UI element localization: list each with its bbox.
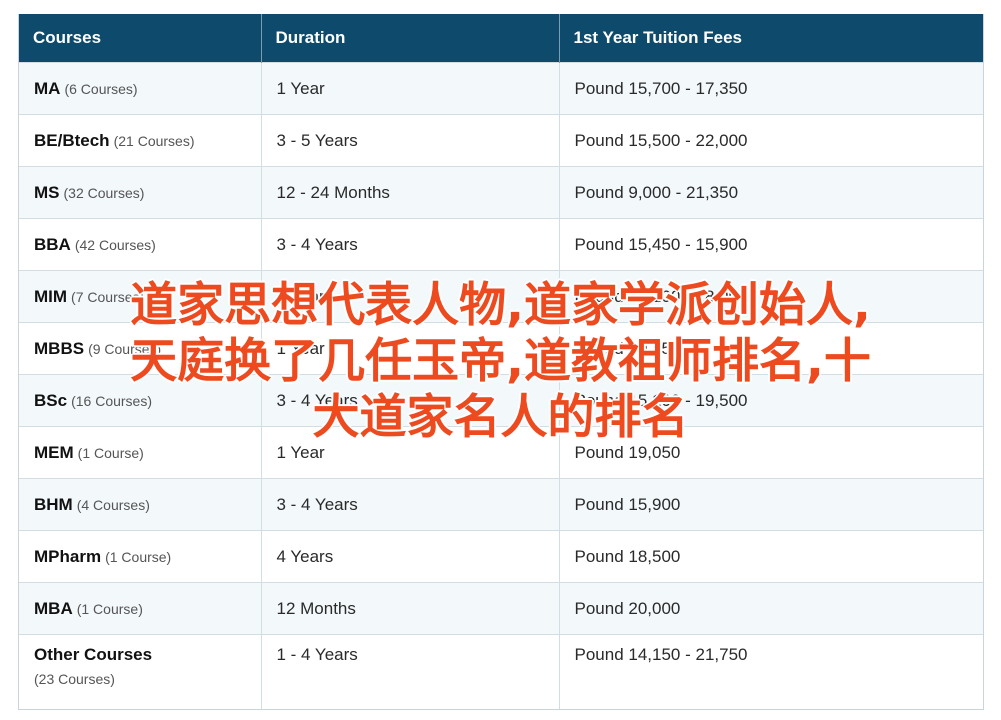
- fees-cell: Pound 15,100 - 19,500: [559, 374, 983, 427]
- fees-cell: Pound 15,900: [559, 478, 983, 531]
- course-count: (6 Courses): [64, 80, 138, 97]
- fees-cell: Pound 15,450 - 15,900: [559, 218, 983, 271]
- course-name: MBA: [34, 598, 73, 618]
- duration-cell: 1 Year: [261, 426, 560, 479]
- table-row: Other Courses (23 Courses) 1 - 4 Years Po…: [19, 634, 983, 709]
- course-cell: MA (6 Courses): [19, 62, 262, 115]
- fees-cell: Pound 14,150 - 21,750: [559, 634, 983, 709]
- header-tuition-fees: 1st Year Tuition Fees: [559, 14, 983, 63]
- table-row: MBBS (9 Courses) 1 Year Pound 30,750: [19, 322, 983, 375]
- course-cell: MS (32 Courses): [19, 166, 262, 219]
- course-cell: MIM (7 Courses): [19, 270, 262, 323]
- fees-cell: Pound 19,050: [559, 426, 983, 479]
- course-count: (21 Courses): [113, 132, 195, 149]
- fees-cell: Pound 20,000: [559, 582, 983, 635]
- course-count: (1 Course): [105, 548, 172, 565]
- course-cell: MEM (1 Course): [19, 426, 262, 479]
- course-count: (16 Courses): [71, 392, 152, 409]
- course-name: MPharm: [34, 546, 102, 566]
- table-row: MS (32 Courses) 12 - 24 Months Pound 9,00…: [19, 166, 983, 219]
- table-row: MPharm (1 Course) 4 Years Pound 18,500: [19, 530, 983, 583]
- course-count: (32 Courses): [63, 184, 145, 201]
- course-count: (7 Courses): [71, 288, 145, 305]
- table-row: MBA (1 Course) 12 Months Pound 20,000: [19, 582, 983, 635]
- course-cell: BHM (4 Courses): [19, 478, 262, 531]
- course-count: (4 Courses): [76, 496, 150, 513]
- duration-cell: 1 Year: [261, 270, 560, 323]
- course-cell: BE/Btech (21 Courses): [19, 114, 262, 167]
- course-count: (23 Courses): [34, 671, 115, 687]
- course-name: MBBS: [34, 338, 85, 358]
- course-name: BE/Btech: [34, 130, 110, 150]
- course-fees-table-wrapper: Courses Duration 1st Year Tuition Fees M…: [18, 14, 984, 710]
- duration-cell: 3 - 4 Years: [261, 478, 560, 531]
- course-count: (42 Courses): [74, 236, 156, 253]
- fees-cell: Pound 9,000 - 21,350: [559, 166, 983, 219]
- duration-cell: 3 - 4 Years: [261, 374, 560, 427]
- course-cell: BBA (42 Courses): [19, 218, 262, 271]
- course-name: MA: [34, 78, 61, 98]
- table-row: BBA (42 Courses) 3 - 4 Years Pound 15,450…: [19, 218, 983, 271]
- course-name: MS: [34, 182, 60, 202]
- fees-cell: Pound 15,700 - 17,350: [559, 62, 983, 115]
- course-cell: MBBS (9 Courses): [19, 322, 262, 375]
- course-cell: BSc (16 Courses): [19, 374, 262, 427]
- table-row: MEM (1 Course) 1 Year Pound 19,050: [19, 426, 983, 479]
- table-row: MA (6 Courses) 1 Year Pound 15,700 - 17,3…: [19, 62, 983, 115]
- course-count: (1 Course): [76, 600, 143, 617]
- course-name: Other Courses: [34, 645, 153, 664]
- course-cell: Other Courses (23 Courses): [19, 634, 262, 709]
- header-courses: Courses: [19, 14, 262, 63]
- header-duration: Duration: [261, 14, 560, 63]
- course-name: BBA: [34, 234, 71, 254]
- fees-cell: Pound 15,100 - 18,900: [559, 270, 983, 323]
- course-name: BSc: [34, 390, 68, 410]
- course-cell: MBA (1 Course): [19, 582, 262, 635]
- course-name: BHM: [34, 494, 73, 514]
- course-fees-table: Courses Duration 1st Year Tuition Fees M…: [19, 14, 983, 709]
- duration-cell: 12 Months: [261, 582, 560, 635]
- table-body: MA (6 Courses) 1 Year Pound 15,700 - 17,3…: [19, 62, 983, 709]
- table-row: BE/Btech (21 Courses) 3 - 5 Years Pound 1…: [19, 114, 983, 167]
- duration-cell: 4 Years: [261, 530, 560, 583]
- duration-cell: 12 - 24 Months: [261, 166, 560, 219]
- course-name: MEM: [34, 442, 74, 462]
- fees-cell: Pound 15,500 - 22,000: [559, 114, 983, 167]
- course-count: (9 Courses): [88, 340, 162, 357]
- header-row: Courses Duration 1st Year Tuition Fees: [19, 14, 983, 63]
- table-row: BSc (16 Courses) 3 - 4 Years Pound 15,100…: [19, 374, 983, 427]
- table-row: BHM (4 Courses) 3 - 4 Years Pound 15,900: [19, 478, 983, 531]
- course-cell: MPharm (1 Course): [19, 530, 262, 583]
- duration-cell: 1 - 4 Years: [261, 634, 560, 709]
- duration-cell: 3 - 5 Years: [261, 114, 560, 167]
- table-header: Courses Duration 1st Year Tuition Fees: [19, 14, 983, 63]
- duration-cell: 1 Year: [261, 322, 560, 375]
- table-row: MIM (7 Courses) 1 Year Pound 15,100 - 18,…: [19, 270, 983, 323]
- duration-cell: 3 - 4 Years: [261, 218, 560, 271]
- duration-cell: 1 Year: [261, 62, 560, 115]
- fees-cell: Pound 30,750: [559, 322, 983, 375]
- course-name: MIM: [34, 286, 68, 306]
- course-count: (1 Course): [77, 444, 144, 461]
- fees-cell: Pound 18,500: [559, 530, 983, 583]
